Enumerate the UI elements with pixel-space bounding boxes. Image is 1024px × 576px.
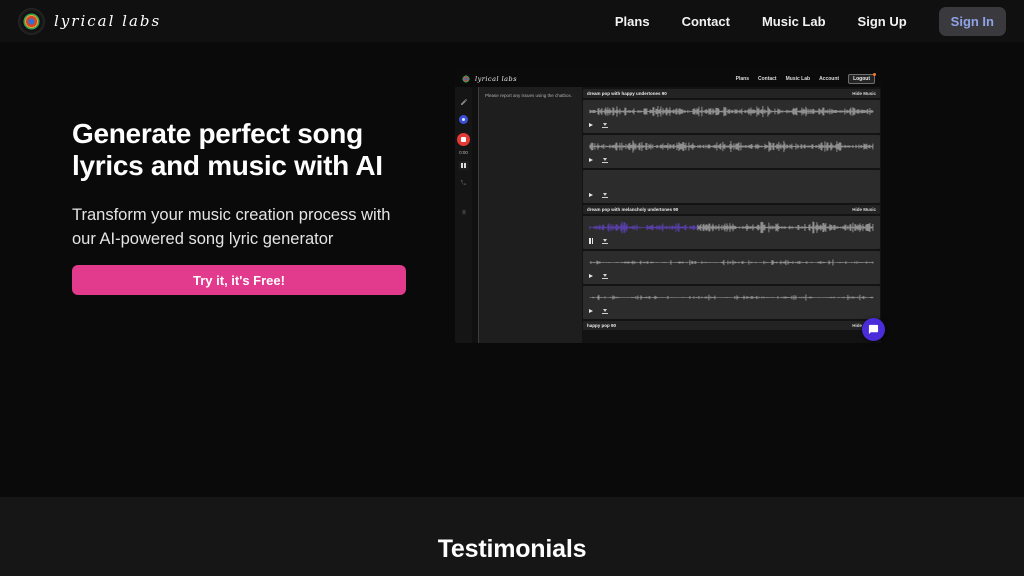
track-card <box>583 135 880 168</box>
play-icon <box>589 274 593 278</box>
download-icon <box>602 123 608 128</box>
chatbox-panel: Please report any issues using the chatb… <box>479 87 582 343</box>
app-nav-plans: Plans <box>736 76 749 82</box>
nav-item-plans[interactable]: Plans <box>615 14 650 29</box>
page-title: Generate perfect song lyrics and music w… <box>72 118 412 181</box>
track-controls <box>589 156 874 164</box>
app-logout-button: Logout <box>848 74 875 84</box>
app-navbar: lyrical labs Plans Contact Music Lab Acc… <box>455 70 881 87</box>
track-card <box>583 286 880 319</box>
section-title: happy pop 90 <box>587 323 616 328</box>
app-logout-label: Logout <box>853 76 870 82</box>
vinyl-record-logo-icon <box>18 8 45 35</box>
hide-music-link: Hide Music <box>852 207 876 212</box>
pause-icon <box>589 238 593 244</box>
app-nav-account: Account <box>819 76 839 82</box>
pencil-icon <box>460 98 468 106</box>
music-section-header: happy pop 90 Hide Music <box>583 321 880 330</box>
app-screenshot: lyrical labs Plans Contact Music Lab Acc… <box>455 70 881 343</box>
download-icon <box>602 309 608 314</box>
play-icon <box>589 123 593 127</box>
testimonials-section: Testimonials <box>0 497 1024 576</box>
recorder-time: 0:00 <box>459 150 468 155</box>
play-icon <box>589 309 593 313</box>
music-section-header: dream pop with melancholy undertones 90 … <box>583 205 880 214</box>
music-panel: dream pop with happy undertones 90 Hide … <box>582 87 881 343</box>
download-icon <box>602 158 608 163</box>
app-brand-name: lyrical labs <box>475 75 517 83</box>
waveform <box>589 140 874 153</box>
try-free-button[interactable]: Try it, it's Free! <box>72 265 406 295</box>
nav-item-sign-up[interactable]: Sign Up <box>858 14 907 29</box>
track-card <box>583 216 880 249</box>
play-icon <box>589 193 593 197</box>
app-nav-items: Plans Contact Music Lab Account Logout <box>736 74 875 84</box>
trash-icon <box>461 209 467 215</box>
chat-notice: Please report any issues using the chatb… <box>485 93 572 98</box>
main-navbar: lyrical labs Plans Contact Music Lab Sig… <box>0 0 1024 42</box>
track-card <box>583 170 880 203</box>
section-title: dream pop with melancholy undertones 90 <box>587 207 678 212</box>
pause-icon <box>459 161 469 170</box>
app-vinyl-logo-icon <box>461 74 471 84</box>
hero-copy: Generate perfect song lyrics and music w… <box>72 118 412 295</box>
nav-item-contact[interactable]: Contact <box>682 14 730 29</box>
app-nav-contact: Contact <box>758 76 777 82</box>
testimonials-title: Testimonials <box>438 535 587 576</box>
chat-circle-icon <box>459 115 468 124</box>
waveform <box>589 256 874 269</box>
app-tool-rail: 0:00 <box>455 87 472 343</box>
waveform <box>589 291 874 304</box>
hero-subtitle: Transform your music creation process wi… <box>72 204 412 252</box>
record-stop-button <box>457 133 470 146</box>
brand[interactable]: lyrical labs <box>18 8 161 35</box>
app-nav-music-lab: Music Lab <box>786 76 810 82</box>
waveform <box>589 105 874 118</box>
vertical-divider <box>472 87 479 343</box>
download-icon <box>602 239 608 244</box>
chat-bubble-button <box>862 318 885 341</box>
download-icon <box>602 193 608 198</box>
track-controls <box>589 121 874 129</box>
hide-music-link: Hide Music <box>852 91 876 96</box>
track-controls <box>589 237 874 245</box>
phone-icon <box>460 179 467 186</box>
main-nav: Plans Contact Music Lab Sign Up Sign In <box>615 7 1006 36</box>
track-controls <box>589 191 874 199</box>
waveform <box>589 175 874 188</box>
track-card <box>583 251 880 284</box>
chat-bubble-icon <box>868 324 879 335</box>
brand-name: lyrical labs <box>54 12 161 30</box>
play-icon <box>589 158 593 162</box>
section-title: dream pop with happy undertones 90 <box>587 91 667 96</box>
notification-dot <box>873 73 876 76</box>
hero-section: Generate perfect song lyrics and music w… <box>0 42 1024 497</box>
track-controls <box>589 272 874 280</box>
track-card <box>583 100 880 133</box>
track-controls <box>589 307 874 315</box>
download-icon <box>602 274 608 279</box>
nav-item-music-lab[interactable]: Music Lab <box>762 14 826 29</box>
music-section-header: dream pop with happy undertones 90 Hide … <box>583 89 880 98</box>
waveform <box>589 221 874 234</box>
sign-in-button[interactable]: Sign In <box>939 7 1006 36</box>
app-body: 0:00 Please report any issues using the … <box>455 87 881 343</box>
